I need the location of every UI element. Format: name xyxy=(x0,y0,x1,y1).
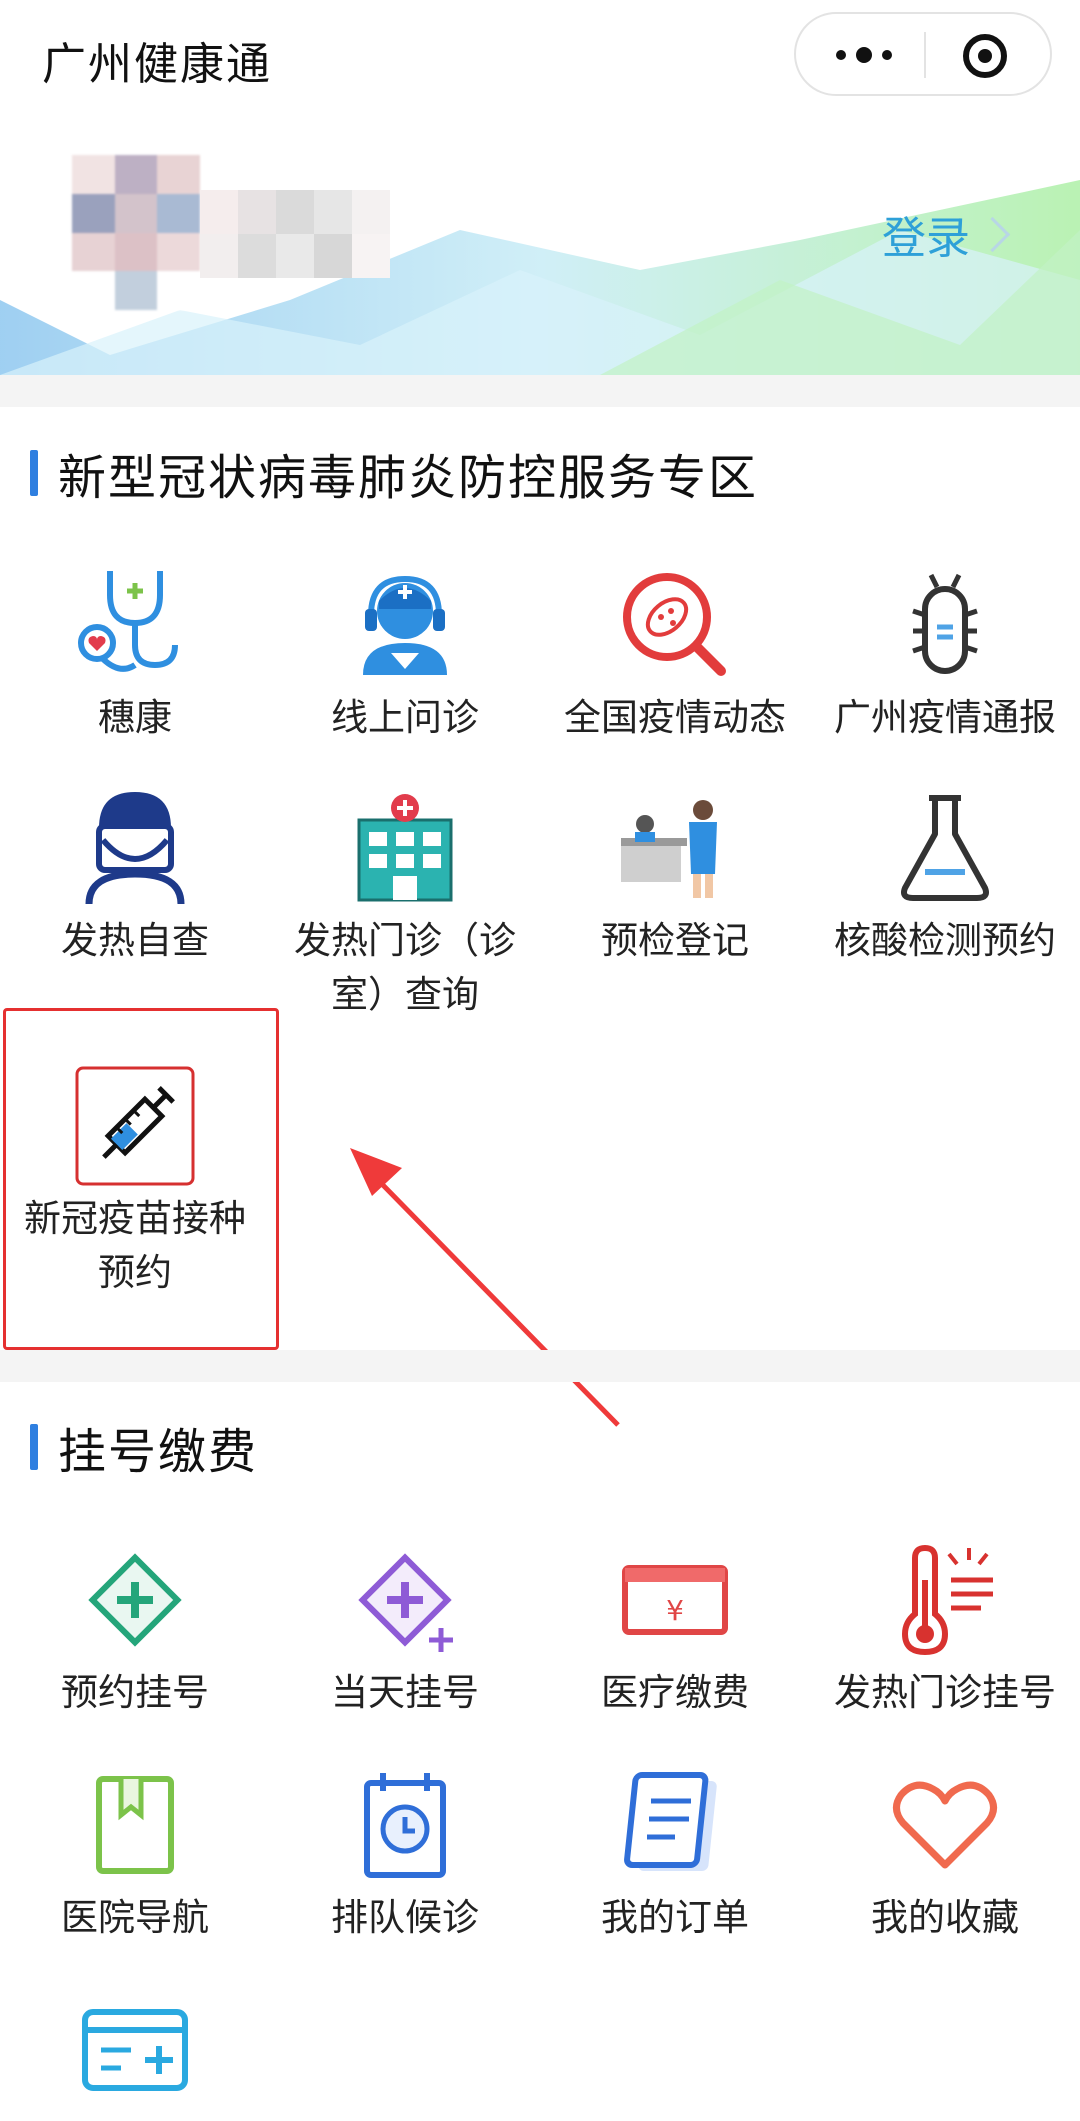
login-link[interactable]: 登录 xyxy=(882,202,1011,266)
diamond-cross-icon xyxy=(75,1540,195,1660)
bookmark-icon xyxy=(75,1765,195,1885)
section-title: 新型冠状病毒肺炎防控服务专区 xyxy=(58,450,759,506)
service-label: 我的收藏 xyxy=(871,1896,1019,1939)
heart-icon xyxy=(885,1765,1005,1885)
close-mini-program-icon[interactable] xyxy=(963,34,1007,78)
chevron-right-icon xyxy=(974,216,1011,252)
service-pre-check-register[interactable]: 预检登记 xyxy=(540,788,810,968)
service-my-favorites[interactable]: 我的收藏 xyxy=(810,1765,1080,1945)
service-label: 全国疫情动态 xyxy=(564,696,786,739)
service-guangzhou-report[interactable]: 广州疫情通报 xyxy=(810,565,1080,745)
service-label: 排队候诊 xyxy=(331,1896,479,1939)
thermometer-icon xyxy=(885,1540,1005,1660)
more-options-button[interactable] xyxy=(824,32,904,78)
virus-magnifier-icon xyxy=(615,565,735,685)
service-medical-payment[interactable]: ¥ 医疗缴费 xyxy=(540,1540,810,1720)
service-appointment-register[interactable]: 预约挂号 xyxy=(0,1540,270,1720)
section-header-covid: 新型冠状病毒肺炎防控服务专区 xyxy=(30,438,758,508)
avatar[interactable] xyxy=(72,155,200,310)
section-header-register: 挂号缴费 xyxy=(30,1412,258,1482)
masked-person-icon xyxy=(75,788,195,908)
service-online-consult[interactable]: 线上问诊 xyxy=(270,565,540,745)
svg-text:¥: ¥ xyxy=(666,1594,684,1627)
service-label: 发热门诊挂号 xyxy=(834,1671,1056,1714)
stethoscope-icon xyxy=(75,565,195,685)
section-title: 挂号缴费 xyxy=(58,1424,259,1480)
section-gap xyxy=(0,1350,1080,1382)
section-gap xyxy=(0,375,1080,407)
card-plus-icon xyxy=(75,1990,195,2110)
top-bar: 广州健康通 xyxy=(0,0,1080,110)
service-fever-clinic-query[interactable]: 发热门诊（诊室）查询 xyxy=(270,788,540,1022)
service-suikang[interactable]: 穗康 xyxy=(0,565,270,745)
service-hospital-navigation[interactable]: 医院导航 xyxy=(0,1765,270,1945)
profile-banner: 登录 xyxy=(0,110,1080,375)
user-name-blurred xyxy=(200,190,390,278)
service-label: 线上问诊 xyxy=(331,696,479,739)
service-national-epidemic[interactable]: 全国疫情动态 xyxy=(540,565,810,745)
service-my-orders[interactable]: 我的订单 xyxy=(540,1765,810,1945)
service-queue-waiting[interactable]: 排队候诊 xyxy=(270,1765,540,1945)
service-label: 预检登记 xyxy=(601,919,749,962)
section-accent-bar xyxy=(30,450,38,496)
service-label: 医疗缴费 xyxy=(601,1671,749,1714)
yuan-card-icon: ¥ xyxy=(615,1540,735,1660)
service-label: 发热自查 xyxy=(61,919,209,962)
service-nucleic-test-booking[interactable]: 核酸检测预约 xyxy=(810,788,1080,968)
service-same-day-register[interactable]: 当天挂号 xyxy=(270,1540,540,1720)
hospital-icon xyxy=(345,788,465,908)
document-icon xyxy=(615,1765,735,1885)
login-label: 登录 xyxy=(882,213,970,264)
reception-desk-icon xyxy=(615,788,735,908)
flask-icon xyxy=(885,788,1005,908)
service-label: 我的订单 xyxy=(601,1896,749,1939)
more-dot-icon xyxy=(836,50,846,60)
diamond-cross-sparkle-icon xyxy=(345,1540,465,1660)
doctor-headset-icon xyxy=(345,565,465,685)
service-label: 医院导航 xyxy=(61,1896,209,1939)
more-dot-icon xyxy=(856,47,872,63)
section-accent-bar xyxy=(30,1424,38,1470)
service-label: 预约挂号 xyxy=(61,1671,209,1714)
service-label: 广州疫情通报 xyxy=(834,696,1056,739)
app-title: 广州健康通 xyxy=(42,39,272,90)
calendar-clock-icon xyxy=(345,1765,465,1885)
service-fever-selfcheck[interactable]: 发热自查 xyxy=(0,788,270,968)
service-card-add[interactable] xyxy=(0,1990,270,2116)
bug-icon xyxy=(885,565,1005,685)
service-label: 发热门诊（诊室）查询 xyxy=(294,919,516,1016)
service-fever-clinic-register[interactable]: 发热门诊挂号 xyxy=(810,1540,1080,1720)
service-label: 当天挂号 xyxy=(331,1671,479,1714)
highlight-box xyxy=(3,1008,279,1350)
more-dot-icon xyxy=(882,50,892,60)
service-label: 穗康 xyxy=(98,696,172,739)
service-label: 核酸检测预约 xyxy=(834,919,1056,962)
mini-program-capsule xyxy=(794,12,1052,96)
capsule-divider xyxy=(924,32,926,78)
